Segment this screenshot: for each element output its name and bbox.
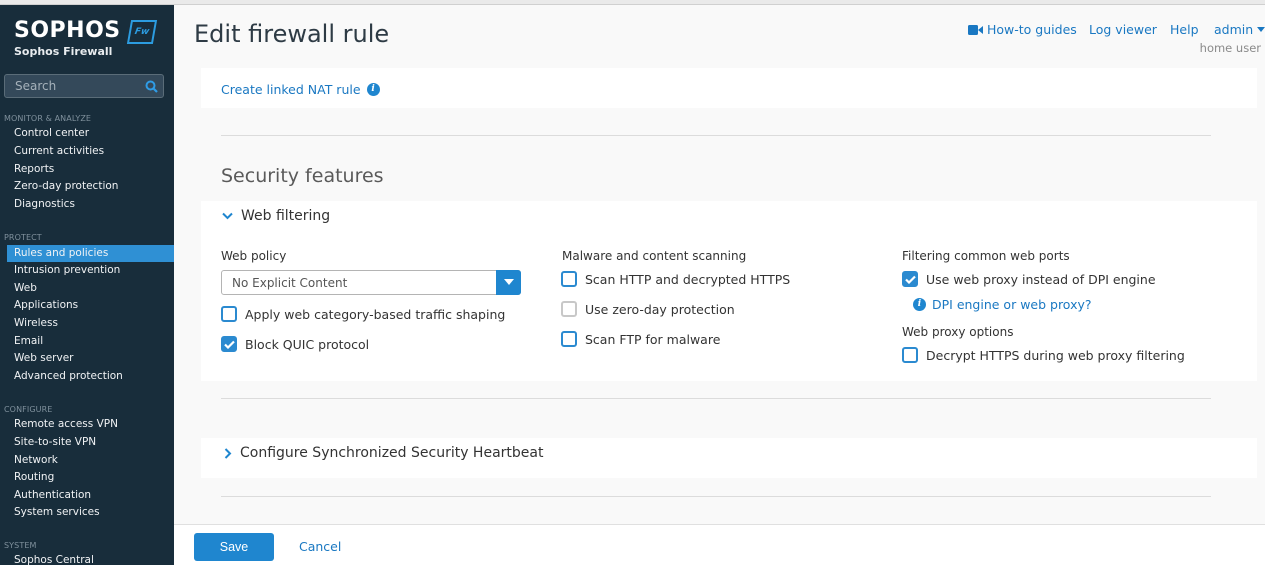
help-link[interactable]: Help [1170, 22, 1199, 37]
block-quic-row: Block QUIC protocol [221, 336, 369, 352]
zero-day-checkbox[interactable] [561, 301, 577, 317]
search-placeholder: Search [15, 79, 57, 93]
web-policy-value: No Explicit Content [232, 276, 348, 290]
divider [221, 135, 1211, 136]
nav-section-system: SYSTEM [4, 541, 37, 550]
scan-ftp-row: Scan FTP for malware [561, 331, 720, 347]
use-web-proxy-label: Use web proxy instead of DPI engine [926, 271, 1156, 287]
sidebar-item-intrusion-prevention[interactable]: Intrusion prevention [14, 264, 120, 276]
divider [221, 496, 1211, 497]
sidebar-item-routing[interactable]: Routing [14, 471, 54, 483]
divider [221, 398, 1211, 399]
log-viewer-link[interactable]: Log viewer [1089, 22, 1157, 37]
sidebar-item-rules-and-policies[interactable]: Rules and policies [7, 245, 174, 262]
heartbeat-title: Configure Synchronized Security Heartbea… [240, 445, 544, 461]
video-camera-icon [968, 24, 983, 35]
malware-scanning-label: Malware and content scanning [562, 249, 747, 263]
sidebar-item-zero-day-protection[interactable]: Zero-day protection [14, 180, 118, 192]
sidebar-item-authentication[interactable]: Authentication [14, 489, 91, 501]
chevron-right-icon [224, 447, 232, 459]
heartbeat-toggle[interactable]: Configure Synchronized Security Heartbea… [224, 445, 543, 461]
sophos-logo: SOPHOS [14, 18, 121, 43]
web-proxy-options-label: Web proxy options [902, 325, 1014, 339]
web-policy-select[interactable]: No Explicit Content [221, 270, 521, 295]
use-web-proxy-checkbox[interactable] [902, 271, 918, 287]
apply-traffic-shaping-row: Apply web category-based traffic shaping [221, 306, 505, 322]
info-icon[interactable]: i [366, 83, 380, 96]
dpi-or-proxy-link[interactable]: i DPI engine or web proxy? [913, 297, 1092, 312]
create-linked-nat-rule-label: Create linked NAT rule [221, 82, 361, 97]
scan-ftp-label: Scan FTP for malware [585, 331, 721, 347]
use-web-proxy-row: Use web proxy instead of DPI engine [902, 271, 1156, 287]
info-icon: i [913, 298, 926, 311]
save-button[interactable]: Save [194, 533, 274, 561]
user-name: admin [1214, 22, 1254, 37]
checkmark-icon [904, 275, 916, 284]
nav-section-protect: PROTECT [4, 233, 42, 242]
scan-http-row: Scan HTTP and decrypted HTTPS [561, 271, 790, 287]
filtering-ports-label: Filtering common web ports [902, 249, 1070, 263]
caret-down-icon [1257, 27, 1265, 32]
nat-panel: Create linked NAT rule i [201, 68, 1257, 108]
sidebar-item-diagnostics[interactable]: Diagnostics [14, 198, 75, 210]
decrypt-https-checkbox[interactable] [902, 347, 918, 363]
decrypt-https-label: Decrypt HTTPS during web proxy filtering [926, 347, 1185, 363]
zero-day-row: Use zero-day protection [561, 301, 735, 317]
search-icon[interactable] [145, 80, 158, 93]
sidebar-item-email[interactable]: Email [14, 335, 43, 347]
sidebar-item-current-activities[interactable]: Current activities [14, 145, 104, 157]
nav-section-monitor: MONITOR & ANALYZE [4, 114, 92, 123]
block-quic-label: Block QUIC protocol [245, 336, 370, 352]
web-filtering-toggle[interactable]: Web filtering [222, 208, 330, 224]
scan-ftp-checkbox[interactable] [561, 331, 577, 347]
sidebar-item-web-server[interactable]: Web server [14, 352, 73, 364]
block-quic-checkbox[interactable] [221, 336, 237, 352]
scan-http-label: Scan HTTP and decrypted HTTPS [585, 271, 791, 287]
dpi-or-proxy-label: DPI engine or web proxy? [932, 297, 1092, 312]
checkmark-icon [223, 340, 235, 349]
dropdown-arrow-icon[interactable] [496, 270, 521, 295]
sidebar: SOPHOS Fw Sophos Firewall Search MONITOR… [0, 0, 174, 565]
create-linked-nat-rule-link[interactable]: Create linked NAT rule i [221, 82, 380, 97]
sidebar-item-remote-access-vpn[interactable]: Remote access VPN [14, 418, 118, 430]
howto-guides-link[interactable]: How-to guides [968, 22, 1077, 37]
sidebar-item-site-to-site-vpn[interactable]: Site-to-site VPN [14, 436, 96, 448]
sidebar-item-sophos-central[interactable]: Sophos Central [14, 554, 94, 565]
sidebar-item-system-services[interactable]: System services [14, 506, 100, 518]
web-policy-label: Web policy [221, 249, 287, 263]
search-input[interactable]: Search [4, 74, 164, 98]
firewall-badge-icon: Fw [126, 20, 158, 44]
apply-traffic-shaping-checkbox[interactable] [221, 306, 237, 322]
cancel-button[interactable]: Cancel [299, 539, 341, 554]
apply-traffic-shaping-label: Apply web category-based traffic shaping [245, 306, 506, 322]
sidebar-item-network[interactable]: Network [14, 454, 58, 466]
user-role: home user [1199, 41, 1261, 55]
sidebar-item-reports[interactable]: Reports [14, 163, 54, 175]
sidebar-item-control-center[interactable]: Control center [14, 127, 89, 139]
browser-top-strip [0, 0, 1265, 5]
chevron-down-icon [222, 212, 233, 220]
scan-http-checkbox[interactable] [561, 271, 577, 287]
sidebar-item-wireless[interactable]: Wireless [14, 317, 58, 329]
zero-day-label: Use zero-day protection [585, 301, 735, 317]
decrypt-https-row: Decrypt HTTPS during web proxy filtering [902, 347, 1185, 363]
security-features-title: Security features [221, 165, 384, 187]
nav-section-configure: CONFIGURE [4, 405, 53, 414]
sidebar-item-applications[interactable]: Applications [14, 299, 78, 311]
page-title: Edit firewall rule [194, 20, 390, 48]
user-menu[interactable]: admin [1214, 22, 1265, 37]
product-name: Sophos Firewall [14, 45, 113, 58]
howto-guides-label: How-to guides [987, 22, 1077, 37]
footer-bar: Save Cancel [174, 524, 1265, 565]
sidebar-item-web[interactable]: Web [14, 282, 37, 294]
web-filtering-title: Web filtering [241, 208, 331, 224]
sidebar-item-advanced-protection[interactable]: Advanced protection [14, 370, 123, 382]
